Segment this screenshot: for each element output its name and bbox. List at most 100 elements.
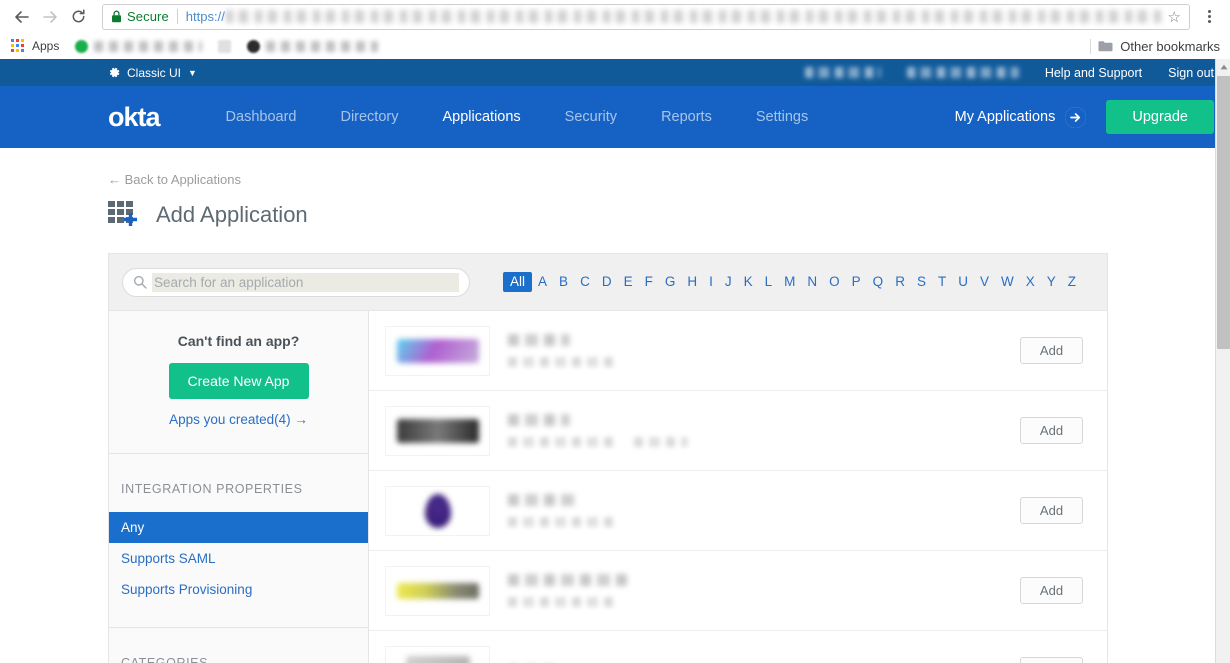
my-applications-link[interactable]: My Applications [955,107,1087,128]
apps-grid-icon[interactable] [11,39,25,53]
alpha-filter-d[interactable]: D [596,272,618,292]
app-logo-redacted [406,656,470,663]
classic-ui-switcher[interactable]: Classic UI ▼ [108,66,197,80]
other-bookmarks-button[interactable]: Other bookmarks [1090,39,1220,54]
url-scheme: https:// [186,9,225,24]
alpha-filter-z[interactable]: Z [1062,272,1082,292]
table-row[interactable]: 123RF Add [369,631,1107,663]
gear-icon [108,66,121,79]
alpha-filter-m[interactable]: M [778,272,801,292]
app-sub-line [508,426,1020,447]
bookmark-label-redacted-3 [266,41,378,52]
app-logo [385,566,490,616]
alpha-filter-x[interactable]: X [1020,272,1041,292]
table-row[interactable]: Add [369,391,1107,471]
omnibox-divider [177,9,178,24]
alpha-filter-o[interactable]: O [823,272,846,292]
alpha-filter-n[interactable]: N [801,272,823,292]
kebab-menu-icon[interactable] [1196,4,1222,30]
alpha-filter-p[interactable]: P [846,272,867,292]
page-title-row: Add Application [108,201,1230,229]
topbar-right-group: Help and Support Sign out [805,66,1214,80]
table-row[interactable]: Add [369,551,1107,631]
okta-main-nav: okta Dashboard Directory Applications Se… [0,86,1230,148]
alpha-filter-y[interactable]: Y [1041,272,1062,292]
alpha-filter-a[interactable]: A [532,272,553,292]
nav-item-reports[interactable]: Reports [639,109,734,125]
scrollbar-up-arrow[interactable] [1216,59,1230,74]
add-button[interactable]: Add [1020,577,1083,604]
bookmark-item-3[interactable] [247,40,378,53]
okta-admin-topbar: Classic UI ▼ Help and Support Sign out [0,59,1230,86]
back-arrow-icon[interactable] [8,3,36,31]
bookmark-item-2[interactable] [218,40,231,53]
sidebar-item-supports-provisioning[interactable]: Supports Provisioning [109,574,368,605]
nav-item-applications[interactable]: Applications [420,109,542,125]
alpha-filter-j[interactable]: J [719,272,738,292]
nav-item-settings[interactable]: Settings [734,109,830,125]
alpha-filter-r[interactable]: R [889,272,911,292]
address-bar[interactable]: Secure https:// ☆ [102,4,1190,30]
sidebar-item-supports-saml[interactable]: Supports SAML [109,543,368,574]
plus-icon [121,210,140,229]
scrollbar-thumb[interactable] [1217,76,1230,349]
nav-item-security[interactable]: Security [543,109,639,125]
app-subtitle-redacted [508,517,616,527]
help-and-support-link[interactable]: Help and Support [1045,66,1142,80]
search-input[interactable] [152,273,459,292]
back-to-applications-link[interactable]: ← Back to Applications [108,172,241,187]
app-logo-redacted [397,419,479,443]
alpha-filter-t[interactable]: T [932,272,952,292]
alpha-filter-s[interactable]: S [911,272,932,292]
table-row[interactable]: Add [369,471,1107,551]
app-logo-redacted [425,494,451,528]
create-new-app-button[interactable]: Create New App [169,363,309,399]
add-button[interactable]: Add [1020,657,1083,663]
alpha-filter-k[interactable]: K [738,272,759,292]
alpha-filter-v[interactable]: V [974,272,995,292]
app-name-redacted [508,574,632,586]
apps-you-created-link[interactable]: Apps you created(4) → [169,412,308,427]
bookmark-item-1[interactable] [75,40,202,53]
sidebar-item-any[interactable]: Any [109,512,368,543]
browser-chrome: Secure https:// ☆ Apps [0,0,1230,59]
alpha-filter-u[interactable]: U [952,272,974,292]
alpha-filter-all[interactable]: All [503,272,532,292]
table-row[interactable]: Add [369,311,1107,391]
forward-arrow-icon[interactable] [36,3,64,31]
add-button[interactable]: Add [1020,417,1083,444]
bookmark-apps-label[interactable]: Apps [32,39,59,53]
nav-right-group: My Applications Upgrade [955,100,1214,134]
page-body: ← Back to Applications Add Application [0,148,1230,663]
okta-logo[interactable]: okta [108,104,160,131]
alpha-filter-q[interactable]: Q [867,272,890,292]
page-scrollbar[interactable] [1215,59,1230,663]
app-meta [508,494,1020,527]
alpha-filter-g[interactable]: G [659,272,682,292]
sign-out-link[interactable]: Sign out [1168,66,1214,80]
app-sub-line [508,586,1020,607]
create-app-panel: Can't find an app? Create New App Apps y… [109,311,368,454]
alpha-filter-b[interactable]: B [553,272,574,292]
alpha-filter-c[interactable]: C [574,272,596,292]
alpha-filter-f[interactable]: F [639,272,659,292]
nav-item-directory[interactable]: Directory [318,109,420,125]
nav-item-dashboard[interactable]: Dashboard [204,109,319,125]
alpha-filter-e[interactable]: E [618,272,639,292]
search-box[interactable] [122,268,470,297]
reload-icon[interactable] [64,3,92,31]
alpha-filter-w[interactable]: W [995,272,1020,292]
alpha-filter-l[interactable]: L [759,272,779,292]
upgrade-button[interactable]: Upgrade [1106,100,1214,134]
filters-sidebar: Can't find an app? Create New App Apps y… [109,311,369,663]
other-bookmarks-label: Other bookmarks [1120,39,1220,54]
app-badge-redacted [634,437,688,447]
card-body: Can't find an app? Create New App Apps y… [109,311,1107,663]
app-subtitle-redacted [508,357,616,367]
add-button[interactable]: Add [1020,337,1083,364]
alpha-filter-i[interactable]: I [703,272,719,292]
alpha-filter-h[interactable]: H [681,272,703,292]
classic-ui-label: Classic UI [127,66,181,80]
add-button[interactable]: Add [1020,497,1083,524]
bookmark-star-icon[interactable]: ☆ [1168,8,1181,26]
